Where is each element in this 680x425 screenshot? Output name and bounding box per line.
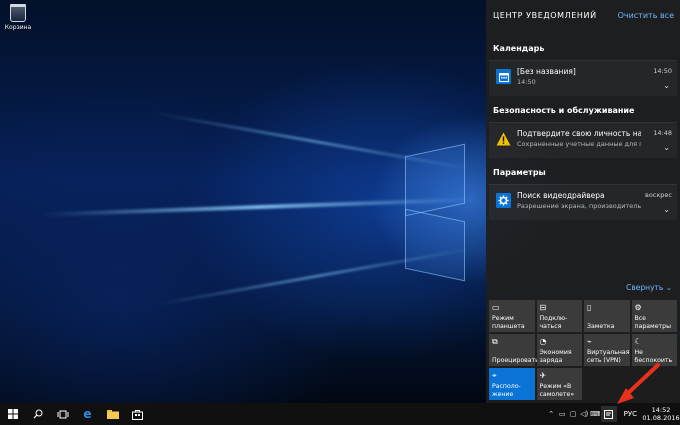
recycle-bin-label: Корзина — [4, 24, 32, 31]
tile-label: Экономия заряда — [539, 349, 572, 364]
touch-keyboard-icon[interactable]: ⌨ — [590, 410, 601, 418]
expand-chevron-icon[interactable]: ⌄ — [663, 205, 670, 214]
collapse-tiles-button[interactable]: Свернуть ⌄ — [626, 283, 672, 292]
expand-chevron-icon[interactable]: ⌄ — [663, 81, 670, 90]
search-button[interactable] — [25, 403, 50, 425]
wallpaper-window-pane — [405, 143, 465, 217]
expand-chevron-icon[interactable]: ⌄ — [663, 143, 670, 152]
tile-tablet-mode[interactable]: ▭ Режим планшета — [489, 300, 535, 332]
project-icon: ⧉ — [492, 337, 498, 346]
notification-icon — [604, 409, 614, 419]
quick-actions-grid: ▭ Режим планшета ⊟ Подклю-чаться ▯ Замет… — [489, 300, 678, 400]
tile-airplane-mode[interactable]: ✈ Режим «В самолете» — [536, 368, 582, 400]
notification-title: Поиск видеодрайвера — [517, 191, 605, 200]
tile-project[interactable]: ⧉ Проецировать — [489, 334, 539, 366]
tile-vpn[interactable]: ⌁ Виртуальная сеть (VPN) — [584, 334, 630, 366]
notification-subtitle: Сохраненные учетные данные для при — [517, 140, 641, 148]
notification-subtitle: Разрешение экрана, производительно — [517, 202, 641, 210]
clock[interactable]: 14:52 01.08.2016 — [642, 406, 680, 422]
store-button[interactable] — [125, 403, 150, 425]
action-center-button[interactable] — [600, 406, 617, 422]
battery-icon[interactable]: ▭ — [557, 410, 568, 418]
tile-label: Режим «В самолете» — [539, 383, 575, 398]
tile-empty — [632, 368, 678, 400]
tile-location[interactable]: ⌖ Располо-жение — [489, 368, 535, 400]
windows-logo-icon — [7, 409, 18, 419]
action-center-panel: ЦЕНТР УВЕДОМЛЕНИЙ Очистить все Календарь… — [486, 0, 680, 403]
tile-label: Заметка — [587, 322, 615, 330]
clear-all-link[interactable]: Очистить все — [618, 11, 674, 20]
store-bag-icon — [132, 409, 143, 420]
network-icon[interactable]: ▢ — [568, 410, 579, 418]
folder-icon — [106, 410, 119, 419]
task-view-icon — [57, 410, 68, 418]
language-indicator[interactable]: РУС — [624, 410, 637, 418]
tile-label: Не беспокоить — [634, 349, 673, 364]
notification-security[interactable]: Подтвердите свою личность на эт Сохранен… — [489, 122, 677, 158]
group-title-security: Безопасность и обслуживание — [486, 102, 680, 118]
group-name: Параметры — [493, 167, 546, 177]
airplane-icon: ✈ — [539, 371, 547, 380]
tile-label: Располо-жение — [492, 383, 521, 398]
file-explorer-button[interactable] — [100, 403, 125, 425]
edge-icon: e — [83, 407, 92, 421]
start-button[interactable] — [0, 403, 25, 425]
group-name: Календарь — [493, 43, 545, 53]
recycle-bin-icon — [10, 4, 26, 22]
wallpaper-light-beam — [152, 246, 478, 307]
moon-icon: ☾ — [634, 337, 642, 346]
wallpaper-window-pane — [405, 208, 465, 282]
notification-time: воскрес — [644, 191, 672, 199]
tile-label: Подклю-чаться — [539, 315, 568, 330]
group-title-calendar: Календарь — [486, 40, 680, 56]
taskbar: e ⌃ ▭ ▢ ◁) ⌨ РУС 14:52 01.08.2016 — [0, 403, 680, 425]
tile-empty — [584, 368, 630, 400]
search-icon — [33, 409, 42, 419]
tile-label: Проецировать — [492, 356, 539, 364]
chevron-down-icon: ⌄ — [665, 283, 672, 292]
volume-icon[interactable]: ◁) — [579, 410, 590, 418]
collapse-label: Свернуть — [626, 283, 664, 292]
tile-note[interactable]: ▯ Заметка — [584, 300, 630, 332]
tile-label: Режим планшета — [492, 315, 525, 330]
tile-label: Все параметры — [634, 315, 671, 330]
gear-icon — [496, 193, 511, 208]
calendar-icon — [496, 69, 511, 84]
vpn-icon: ⌁ — [587, 337, 592, 346]
clock-time: 14:52 — [651, 406, 671, 414]
battery-saver-icon: ◔ — [539, 337, 547, 346]
tile-all-settings[interactable]: ⚙ Все параметры — [631, 300, 677, 332]
system-tray: ⌃ ▭ ▢ ◁) ⌨ РУС 14:52 01.08.2016 — [546, 403, 680, 425]
notification-title: [Без названия] — [517, 67, 576, 76]
task-view-button[interactable] — [50, 403, 75, 425]
notification-time: 14:50 — [653, 67, 672, 75]
edge-browser-button[interactable]: e — [75, 403, 100, 425]
action-center-title: ЦЕНТР УВЕДОМЛЕНИЙ — [493, 10, 597, 20]
notification-time: 14:48 — [653, 129, 672, 137]
wallpaper-light-beam — [152, 111, 478, 172]
connect-icon: ⊟ — [539, 303, 547, 312]
notification-settings[interactable]: Поиск видеодрайвера Разрешение экрана, п… — [489, 184, 677, 220]
gear-icon: ⚙ — [634, 303, 642, 312]
notification-calendar[interactable]: [Без названия] 14:50 14:50 ⌄ — [489, 60, 677, 96]
tile-connect[interactable]: ⊟ Подклю-чаться — [536, 300, 582, 332]
group-title-settings: Параметры — [486, 164, 680, 180]
tablet-mode-icon: ▭ — [492, 303, 500, 312]
warning-icon — [496, 131, 511, 146]
show-hidden-icons-chevron-icon[interactable]: ⌃ — [546, 410, 557, 418]
action-center-header: ЦЕНТР УВЕДОМЛЕНИЙ Очистить все — [486, 0, 680, 30]
clock-date: 01.08.2016 — [642, 414, 680, 422]
notification-subtitle: 14:50 — [517, 78, 536, 86]
tile-label: Виртуальная сеть (VPN) — [587, 349, 630, 364]
tile-do-not-disturb[interactable]: ☾ Не беспокоить — [631, 334, 677, 366]
note-icon: ▯ — [587, 303, 592, 312]
group-name: Безопасность и обслуживание — [493, 105, 635, 115]
notification-title: Подтвердите свою личность на эт — [517, 129, 641, 138]
tile-battery-saver[interactable]: ◔ Экономия заряда — [536, 334, 582, 366]
location-icon: ⌖ — [492, 371, 497, 380]
recycle-bin-desktop-icon[interactable]: Корзина — [3, 4, 33, 31]
